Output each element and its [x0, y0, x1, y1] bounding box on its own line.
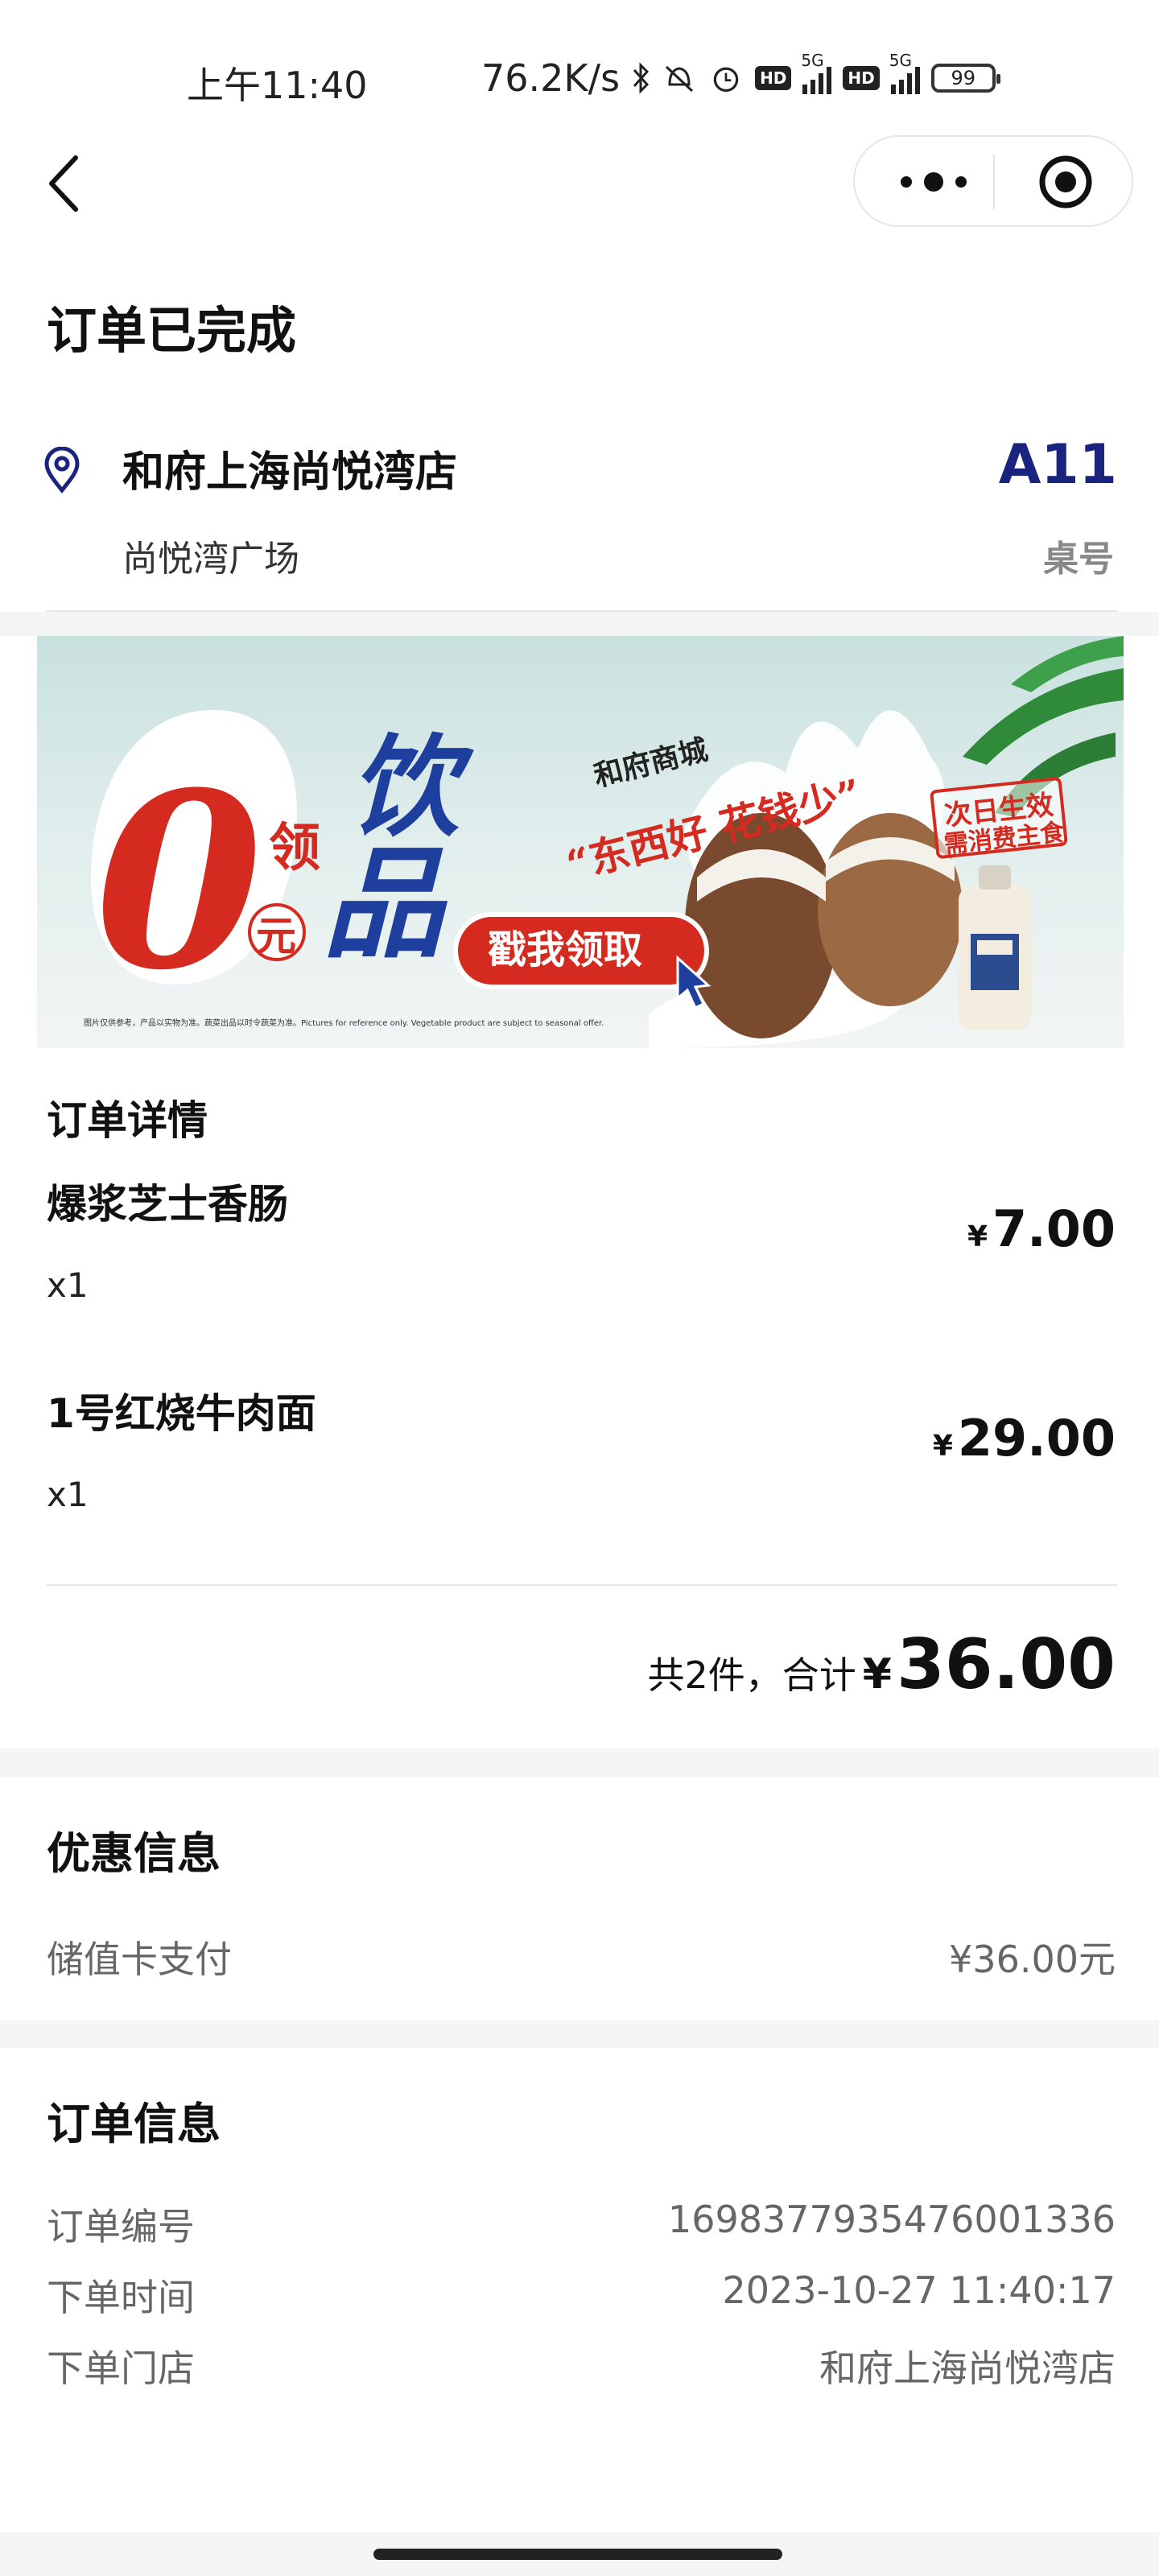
banner-cta[interactable]: 戳我领取: [488, 927, 642, 972]
banner-drink-1: 饮: [349, 723, 474, 852]
item-qty: x1: [47, 1475, 89, 1514]
more-options-icon[interactable]: [893, 164, 974, 200]
header-divider: [47, 610, 1117, 612]
banner-fineprint: 图片仅供参考，产品以实物为准。蔬菜出品以时令蔬菜为准。Pictures for …: [84, 1018, 604, 1028]
battery-level: 99: [951, 67, 976, 89]
item-price-value: 29.00: [957, 1409, 1116, 1468]
order-header-card: 订单已完成 和府上海尚悦湾店 尚悦湾广场 A11 桌号: [0, 242, 1159, 612]
order-time-label: 下单时间: [47, 2276, 195, 2319]
bluetooth-icon: [633, 62, 650, 94]
banner-artwork: 0 领 元 饮 品 和府商城 “东西好 花钱少” 次日生效 需消费主食 戳我领取…: [84, 636, 1124, 1048]
table-number: A11: [998, 433, 1117, 497]
item-name: 爆浆芝士香肠: [47, 1181, 288, 1228]
battery-icon: 99: [930, 64, 1000, 93]
signal-icon-2: 5G: [889, 51, 920, 94]
order-detail-card: 0 领 元 饮 品 和府商城 “东西好 花钱少” 次日生效 需消费主食 戳我领取…: [0, 636, 1159, 1748]
item-currency: ¥: [967, 1220, 988, 1253]
hd-badge-2: HD: [843, 66, 880, 90]
banner-drink-2: 品: [323, 833, 448, 975]
signal-5g-label-1: 5G: [801, 51, 824, 70]
home-indicator[interactable]: [373, 2549, 782, 2560]
order-number-value: 1698377935476001336: [667, 2198, 1116, 2241]
detail-divider: [47, 1584, 1117, 1586]
status-bar: 上午11:40 76.2K/s HD 5G HD 5G 99: [0, 0, 1159, 121]
order-detail-heading: 订单详情: [47, 1097, 208, 1144]
order-number-label: 订单编号: [47, 2205, 195, 2248]
mute-icon: [666, 65, 694, 93]
banner-mall-name: 和府商城: [591, 733, 711, 794]
payment-method-label: 储值卡支付: [47, 1938, 232, 1981]
nav-bar: [0, 121, 1159, 242]
total-amount: 36.00: [896, 1624, 1116, 1705]
capsule-divider: [993, 155, 995, 209]
store-name: 和府上海尚悦湾店: [122, 448, 458, 497]
item-price: ¥7.00: [967, 1199, 1116, 1258]
total-currency: ¥: [862, 1650, 892, 1699]
order-total: 共2件，合计 ¥ 36.00: [648, 1624, 1116, 1705]
item-price-value: 7.00: [992, 1199, 1116, 1258]
hd-badge-1: HD: [755, 66, 792, 90]
close-target-icon[interactable]: [1038, 155, 1093, 209]
item-qty: x1: [47, 1265, 89, 1305]
banner-yuan: 元: [256, 912, 296, 960]
item-name: 1号红烧牛肉面: [47, 1390, 316, 1437]
promotion-title: 优惠信息: [47, 1828, 221, 1879]
back-arrow-icon[interactable]: [40, 151, 89, 216]
order-info-card: 订单信息 订单编号 1698377935476001336 下单时间 2023-…: [0, 2048, 1159, 2533]
signal-icon-1: 5G: [801, 51, 832, 94]
order-store-value: 和府上海尚悦湾店: [819, 2347, 1116, 2390]
network-speed: 76.2K/s: [481, 56, 621, 100]
order-store-label: 下单门店: [47, 2347, 195, 2390]
promo-banner[interactable]: 0 领 元 饮 品 和府商城 “东西好 花钱少” 次日生效 需消费主食 戳我领取…: [37, 636, 1124, 1048]
store-address: 尚悦湾广场: [122, 539, 299, 580]
promotion-card: 优惠信息 储值卡支付 ¥36.00元: [0, 1777, 1159, 2021]
order-info-title: 订单信息: [47, 2099, 221, 2149]
signal-5g-label-2: 5G: [889, 51, 912, 70]
mini-program-capsule: [853, 135, 1133, 227]
payment-method-value: ¥36.00元: [949, 1938, 1116, 1981]
banner-zero: 0: [95, 739, 263, 1023]
item-price: ¥29.00: [933, 1409, 1116, 1468]
location-pin-icon: [44, 447, 80, 493]
table-label: 桌号: [1043, 539, 1114, 580]
item-currency: ¥: [932, 1430, 953, 1463]
alarm-icon: [713, 67, 739, 93]
page-title: 订单已完成: [47, 301, 297, 360]
status-time: 上午11:40: [187, 64, 368, 107]
total-label: 共2件，合计: [647, 1653, 856, 1697]
status-icons: 76.2K/s HD 5G HD 5G 99: [481, 51, 1000, 100]
banner-ling: 领: [269, 818, 320, 878]
order-time-value: 2023-10-27 11:40:17: [722, 2268, 1116, 2312]
